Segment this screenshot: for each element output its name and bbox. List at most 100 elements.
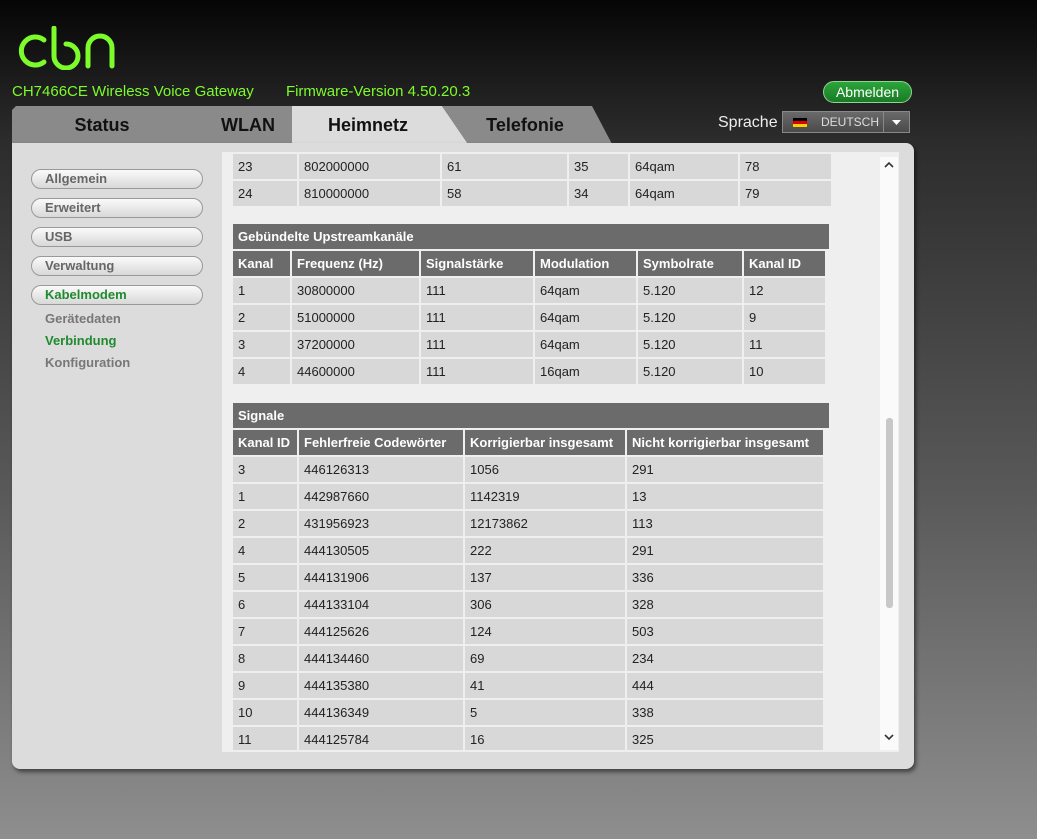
table-cell: 111 (421, 359, 533, 384)
table-cell: 810000000 (299, 181, 440, 206)
chevron-down-icon[interactable] (880, 733, 898, 747)
table-row: 23 802000000 61 35 64qam 78 (233, 154, 831, 179)
table-row: 24 810000000 58 34 64qam 79 (233, 181, 831, 206)
table-row: 4 444130505 222 291 (233, 538, 823, 563)
table-cell: 111 (421, 278, 533, 303)
table-cell: 9 (744, 305, 825, 330)
table-cell: 5.120 (638, 359, 742, 384)
table-cell: 3 (233, 332, 290, 357)
table-cell: 2 (233, 305, 290, 330)
table-row: 9 444135380 41 444 (233, 673, 823, 698)
column-header: Nicht korrigierbar insgesamt (627, 430, 823, 455)
table-row: 2 51000000 111 64qam 5.120 9 (233, 305, 825, 330)
table-cell: 4 (233, 359, 290, 384)
subnav-verbindung[interactable]: Verbindung (45, 333, 117, 348)
table-cell: 137 (465, 565, 625, 590)
table-cell: 444134460 (299, 646, 463, 671)
table-cell: 111 (421, 332, 533, 357)
tab-telefonie[interactable]: Telefonie (442, 106, 612, 144)
subnav-konfiguration[interactable]: Konfiguration (45, 355, 130, 370)
sidebar-item-kabelmodem[interactable]: Kabelmodem (31, 285, 203, 305)
table-cell: 58 (442, 181, 567, 206)
column-header: Symbolrate (638, 251, 742, 276)
table-cell: 64qam (535, 278, 636, 303)
sidebar-item-usb[interactable]: USB (31, 227, 203, 247)
table-row: 11 444125784 16 325 (233, 727, 823, 750)
table-cell: 442987660 (299, 484, 463, 509)
table-cell: 222 (465, 538, 625, 563)
table-cell: 64qam (630, 181, 738, 206)
table-cell: 431956923 (299, 511, 463, 536)
upstream-caption: Gebündelte Upstreamkanäle (233, 224, 829, 249)
column-header: Kanal ID (233, 430, 297, 455)
chevron-up-icon[interactable] (880, 160, 898, 174)
language-select[interactable]: DEUTSCH (782, 111, 910, 133)
table-cell: 9 (233, 673, 297, 698)
table-cell: 446126313 (299, 457, 463, 482)
table-cell: 69 (465, 646, 625, 671)
table-cell: 64qam (535, 332, 636, 357)
sidebar-item-erweitert[interactable]: Erweitert (31, 198, 203, 218)
table-cell: 51000000 (292, 305, 419, 330)
table-cell: 11 (744, 332, 825, 357)
table-cell: 444136349 (299, 700, 463, 725)
content-scrollbar[interactable] (880, 157, 898, 750)
cbn-logo (18, 26, 115, 70)
table-cell: 2 (233, 511, 297, 536)
table-cell: 444130505 (299, 538, 463, 563)
logout-button[interactable]: Abmelden (823, 81, 912, 103)
table-cell: 11 (233, 727, 297, 750)
table-cell: 291 (627, 538, 823, 563)
table-row: 7 444125626 124 503 (233, 619, 823, 644)
table-row: 1 30800000 111 64qam 5.120 12 (233, 278, 825, 303)
table-cell: 13 (627, 484, 823, 509)
table-cell: 802000000 (299, 154, 440, 179)
table-cell: 444 (627, 673, 823, 698)
table-cell: 444133104 (299, 592, 463, 617)
table-cell: 1 (233, 278, 290, 303)
table-cell: 16qam (535, 359, 636, 384)
sidebar-item-allgemein[interactable]: Allgemein (31, 169, 203, 189)
table-cell: 23 (233, 154, 297, 179)
table-header-row: Kanal Frequenz (Hz) Signalstärke Modulat… (233, 251, 825, 276)
firmware-version: Firmware-Version 4.50.20.3 (285, 83, 471, 100)
chevron-down-icon (883, 112, 909, 132)
sidebar-item-verwaltung[interactable]: Verwaltung (31, 256, 203, 276)
table-cell: 41 (465, 673, 625, 698)
table-cell: 444131906 (299, 565, 463, 590)
table-cell: 444125626 (299, 619, 463, 644)
table-row: 4 44600000 111 16qam 5.120 10 (233, 359, 825, 384)
signals-caption: Signale (233, 403, 829, 428)
table-cell: 24 (233, 181, 297, 206)
table-cell: 5.120 (638, 305, 742, 330)
table-cell: 113 (627, 511, 823, 536)
table-row: 2 431956923 12173862 113 (233, 511, 823, 536)
language-label: Sprache (718, 114, 778, 131)
table-cell: 44600000 (292, 359, 419, 384)
scrollbar-thumb[interactable] (886, 418, 893, 608)
table-row: 3 446126313 1056 291 (233, 457, 823, 482)
table-cell: 12 (744, 278, 825, 303)
table-cell: 4 (233, 538, 297, 563)
downstream-table: 23 802000000 61 35 64qam 78 24 810000000… (231, 152, 833, 208)
subnav-geraetedaten[interactable]: Gerätedaten (45, 311, 121, 326)
table-row: 3 37200000 111 64qam 5.120 11 (233, 332, 825, 357)
table-header-row: Kanal ID Fehlerfreie Codewörter Korrigie… (233, 430, 823, 455)
column-header: Frequenz (Hz) (292, 251, 419, 276)
upstream-table: Kanal Frequenz (Hz) Signalstärke Modulat… (231, 249, 827, 386)
device-info: CH7466CE Wireless Voice Gateway Firmware… (12, 83, 470, 100)
column-header: Signalstärke (421, 251, 533, 276)
table-cell: 61 (442, 154, 567, 179)
table-cell: 8 (233, 646, 297, 671)
table-cell: 503 (627, 619, 823, 644)
table-cell: 12173862 (465, 511, 625, 536)
table-cell: 78 (740, 154, 831, 179)
table-cell: 37200000 (292, 332, 419, 357)
table-cell: 234 (627, 646, 823, 671)
table-cell: 325 (627, 727, 823, 750)
table-cell: 30800000 (292, 278, 419, 303)
table-cell: 79 (740, 181, 831, 206)
table-cell: 444135380 (299, 673, 463, 698)
table-cell: 64qam (535, 305, 636, 330)
table-cell: 34 (569, 181, 628, 206)
